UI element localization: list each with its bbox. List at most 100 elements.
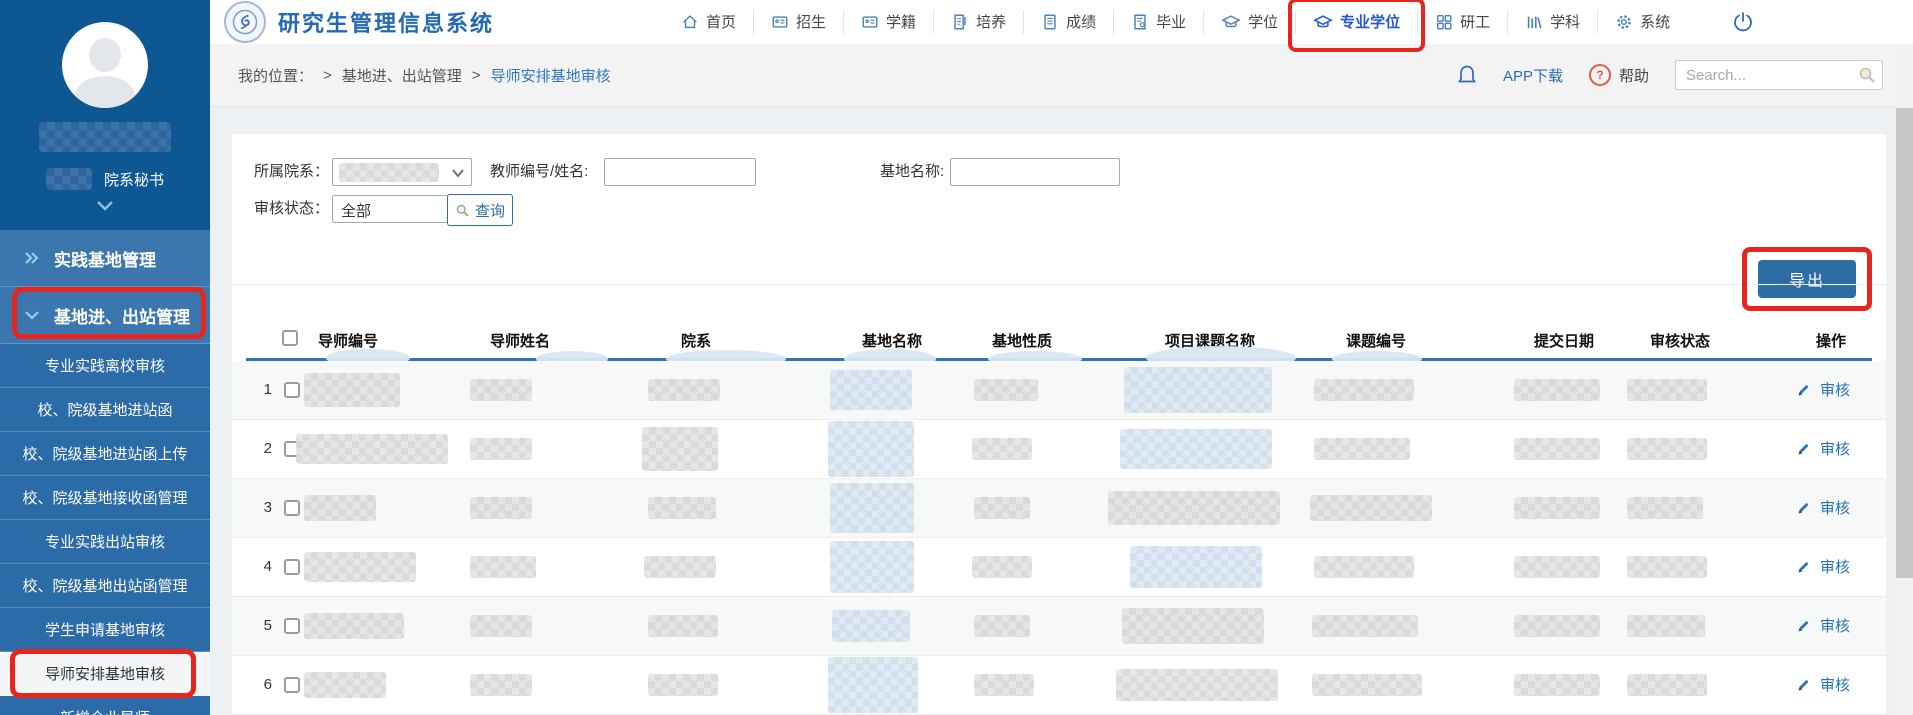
- redacted-text: [1314, 556, 1414, 578]
- redacted-text: [828, 657, 918, 713]
- search-icon[interactable]: [1857, 65, 1877, 85]
- table-row: 5 审核: [232, 597, 1886, 656]
- review-action[interactable]: 审核: [1795, 438, 1850, 459]
- vertical-scrollbar-track[interactable]: [1896, 44, 1913, 715]
- row-checkbox[interactable]: [284, 618, 300, 634]
- sidebar-item-mentor-arrange-review[interactable]: 导师安排基地审核: [0, 652, 210, 696]
- breadcrumb-item[interactable]: 基地进、出站管理: [342, 65, 462, 86]
- sidebar-item-label: 校、院级基地进站函: [37, 399, 172, 420]
- redacted-text: [974, 674, 1034, 696]
- row-checkbox[interactable]: [284, 382, 300, 398]
- dept-select[interactable]: [332, 158, 472, 186]
- bell-icon[interactable]: [1457, 64, 1477, 86]
- redacted-text: [304, 613, 404, 639]
- sidebar-item-entry-letter-upload[interactable]: 校、院级基地进站函上传: [0, 432, 210, 476]
- row-number: 2: [250, 440, 272, 457]
- pencil-icon: [1795, 381, 1812, 398]
- avatar-silhouette: [75, 76, 135, 108]
- topbar: 研究生管理信息系统 首页 招生: [210, 0, 1913, 44]
- base-name-input[interactable]: [950, 158, 1120, 186]
- vertical-scrollbar-thumb[interactable]: [1896, 108, 1913, 578]
- nav-item-system[interactable]: 系统: [1597, 10, 1687, 34]
- sidebar-group-base-in-out[interactable]: 基地进、出站管理: [0, 287, 210, 344]
- redacted-text: [470, 615, 532, 637]
- content-panel: 所属院系： 教师编号/姓名: 基地名称: 审核状态： 全部 查询: [232, 134, 1886, 715]
- col-header-mentor-id: 导师编号: [318, 330, 378, 351]
- sidebar-group-practice-base[interactable]: 实践基地管理: [0, 230, 210, 287]
- help-link[interactable]: ? 帮助: [1589, 64, 1649, 86]
- review-action[interactable]: 审核: [1795, 674, 1850, 695]
- row-checkbox[interactable]: [284, 500, 300, 516]
- review-label: 审核: [1820, 674, 1850, 695]
- row-number: 4: [250, 558, 272, 575]
- nav-item-admission[interactable]: 招生: [753, 10, 843, 34]
- col-header-department: 院系: [681, 330, 711, 351]
- nav-item-grades[interactable]: 成绩: [1023, 10, 1113, 34]
- nav-item-graduate-work[interactable]: 研工: [1417, 10, 1507, 34]
- query-button[interactable]: 查询: [447, 194, 513, 226]
- grid-icon: [1435, 13, 1453, 31]
- nav-item-student-status[interactable]: 学籍: [843, 10, 933, 34]
- sidebar-item-leave-school-review[interactable]: 专业实践离校审核: [0, 344, 210, 388]
- redacted-text: [830, 370, 912, 410]
- redacted-text: [1627, 438, 1707, 460]
- breadcrumb: 我的位置： > 基地进、出站管理 > 导师安排基地审核: [238, 65, 611, 86]
- table-row: 3 审核: [232, 479, 1886, 538]
- nav-item-degree[interactable]: 学位: [1203, 10, 1295, 34]
- redacted-text: [1514, 438, 1600, 460]
- sidebar-item-student-apply-review[interactable]: 学生申请基地审核: [0, 608, 210, 652]
- nav-label: 学科: [1550, 15, 1580, 30]
- university-logo: [224, 1, 266, 43]
- sidebar-item-add-enterprise-mentor[interactable]: 新增企业导师: [0, 696, 210, 715]
- row-number: 1: [250, 381, 272, 398]
- row-checkbox[interactable]: [284, 677, 300, 693]
- select-all-checkbox[interactable]: [282, 330, 298, 346]
- redacted-text: [830, 541, 914, 593]
- nav-item-training[interactable]: 培养: [933, 10, 1023, 34]
- redacted-text: [832, 610, 910, 642]
- help-label: 帮助: [1619, 65, 1649, 86]
- nav-item-home[interactable]: 首页: [664, 10, 753, 34]
- redacted-text: [470, 379, 532, 401]
- breadcrumb-separator: >: [472, 67, 481, 84]
- redacted-text: [974, 497, 1030, 519]
- nav-item-discipline[interactable]: 学科: [1507, 10, 1597, 34]
- table-header: 导师编号 导师姓名 院系 基地名称 基地性质 项目课题名称 课题编号 提交日期 …: [246, 322, 1872, 361]
- table-row: 4 审核: [232, 538, 1886, 597]
- sidebar-item-exit-letter[interactable]: 校、院级基地出站函管理: [0, 564, 210, 608]
- review-action[interactable]: 审核: [1795, 556, 1850, 577]
- quick-actions: APP下载 ? 帮助: [1457, 60, 1883, 90]
- user-role-row: 院系秘书: [0, 168, 210, 190]
- redacted-text: [1130, 546, 1262, 588]
- sidebar-item-acceptance-letter[interactable]: 校、院级基地接收函管理: [0, 476, 210, 520]
- review-label: 审核: [1820, 379, 1850, 400]
- breadcrumb-bar: 我的位置： > 基地进、出站管理 > 导师安排基地审核 APP下载 ? 帮助: [210, 44, 1913, 107]
- pencil-icon: [1795, 617, 1812, 634]
- app-window: 院系秘书 实践基地管理 基地进、出站管理 专业实践离: [0, 0, 1913, 715]
- app-title: 研究生管理信息系统: [278, 6, 494, 38]
- teacher-input[interactable]: [604, 158, 756, 186]
- row-checkbox[interactable]: [284, 559, 300, 575]
- nav-item-graduation[interactable]: 毕业: [1113, 10, 1203, 34]
- review-action[interactable]: 审核: [1795, 615, 1850, 636]
- review-label: 审核: [1820, 556, 1850, 577]
- logout-button[interactable]: [1731, 10, 1755, 34]
- nav-label: 招生: [796, 15, 826, 30]
- app-download-link[interactable]: APP下载: [1503, 65, 1563, 86]
- nav-label: 研工: [1460, 15, 1490, 30]
- review-action[interactable]: 审核: [1795, 379, 1850, 400]
- search-input[interactable]: [1675, 60, 1883, 90]
- sidebar-item-entry-letter[interactable]: 校、院级基地进站函: [0, 388, 210, 432]
- avatar[interactable]: [62, 22, 148, 108]
- review-label: 审核: [1820, 497, 1850, 518]
- chevrons-right-icon: [24, 251, 40, 265]
- pencil-icon: [1795, 558, 1812, 575]
- pencil-icon: [1795, 440, 1812, 457]
- export-button[interactable]: 导出: [1758, 260, 1856, 298]
- sidebar-item-label: 专业实践离校审核: [45, 355, 165, 376]
- collapse-profile-control[interactable]: [0, 200, 210, 212]
- review-action[interactable]: 审核: [1795, 497, 1850, 518]
- sidebar-item-exit-review[interactable]: 专业实践出站审核: [0, 520, 210, 564]
- review-label: 审核: [1820, 615, 1850, 636]
- nav-item-professional-degree[interactable]: 专业学位: [1295, 10, 1417, 34]
